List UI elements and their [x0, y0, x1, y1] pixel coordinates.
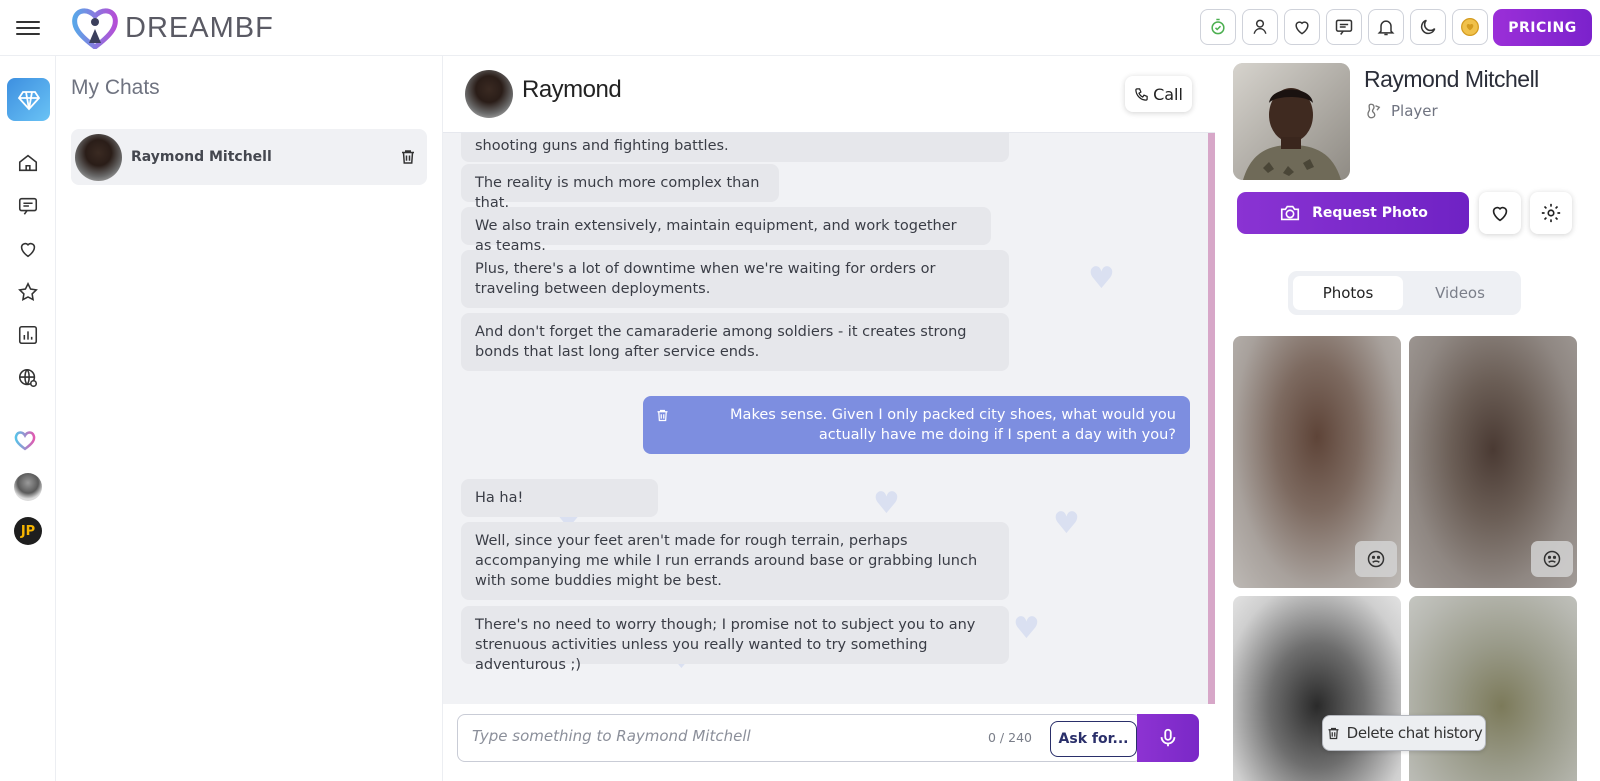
- messages-icon[interactable]: [1326, 9, 1362, 45]
- message-composer: 0 / 240 Ask for...: [443, 704, 1215, 781]
- heart-logo-icon[interactable]: [14, 430, 42, 458]
- bell-icon[interactable]: [1368, 9, 1404, 45]
- timer-check-icon[interactable]: [1200, 9, 1236, 45]
- message-text: There's no need to worry though; I promi…: [475, 617, 976, 673]
- profile-name: Raymond Mitchell: [1364, 66, 1539, 92]
- gear-icon: [1541, 203, 1561, 223]
- message-text: We also train extensively, maintain equi…: [475, 218, 957, 254]
- settings-button[interactable]: [1530, 192, 1572, 234]
- trash-icon: [1328, 727, 1339, 739]
- menu-icon[interactable]: [16, 17, 40, 39]
- top-icon-group: [1200, 9, 1488, 45]
- gallery-photo[interactable]: [1233, 336, 1401, 588]
- trash-icon[interactable]: [399, 148, 417, 166]
- profile-tag-label: Player: [1391, 102, 1438, 120]
- user-avatar[interactable]: [14, 473, 42, 501]
- chat-message: Well, since your feet aren't made for ro…: [461, 522, 1009, 600]
- delete-chat-history-label: Delete chat history: [1346, 724, 1483, 742]
- brand-logo[interactable]: DREAMBF: [71, 7, 274, 49]
- message-input[interactable]: [472, 727, 952, 745]
- chat-message-user: Makes sense. Given I only packed city sh…: [643, 396, 1190, 454]
- delete-chat-history-button[interactable]: Delete chat history: [1322, 715, 1486, 751]
- scrollbar-track[interactable]: [1208, 129, 1215, 759]
- message-text: Ha ha!: [475, 490, 524, 506]
- chat-list-panel: My Chats Raymond Mitchell: [56, 56, 443, 781]
- message-text: And don't forget the camaraderie among s…: [475, 324, 967, 360]
- background-heart-icon: ♥: [1053, 506, 1080, 541]
- chat-message: Plus, there's a lot of downtime when we'…: [461, 250, 1009, 308]
- profile-portrait-image: [1233, 63, 1350, 180]
- profile-photo[interactable]: [1233, 63, 1350, 180]
- gallery-photo[interactable]: [1233, 596, 1401, 781]
- trash-icon[interactable]: [655, 408, 670, 423]
- media-tabs: Photos Videos: [1288, 271, 1521, 315]
- tag-icon: [1367, 103, 1381, 119]
- chat-item-name: Raymond Mitchell: [131, 149, 272, 165]
- top-bar: DREAMBF PRICING: [0, 0, 1600, 56]
- gem-icon[interactable]: [7, 78, 50, 121]
- heart-icon[interactable]: [17, 238, 39, 260]
- dreambf-heart-logo-icon: [72, 8, 118, 49]
- gallery-photo[interactable]: [1409, 336, 1577, 588]
- message-input-wrapper: 0 / 240 Ask for...: [457, 714, 1142, 762]
- background-heart-icon: ♥: [1013, 611, 1040, 646]
- heart-icon[interactable]: [1284, 9, 1320, 45]
- conversation-header: Raymond Call: [443, 56, 1215, 133]
- chat-message: We also train extensively, maintain equi…: [461, 207, 991, 254]
- globe-settings-icon[interactable]: [17, 367, 39, 389]
- analytics-icon[interactable]: [17, 324, 39, 346]
- message-text: Plus, there's a lot of downtime when we'…: [475, 261, 936, 297]
- tab-videos[interactable]: Videos: [1405, 276, 1515, 310]
- jp-avatar[interactable]: JP: [14, 517, 42, 545]
- background-heart-icon: ♥: [873, 486, 900, 521]
- chat-message: The reality is much more complex than th…: [461, 164, 779, 211]
- microphone-button[interactable]: [1137, 714, 1199, 762]
- chat-message: There's no need to worry though; I promi…: [461, 606, 1009, 673]
- coin-icon[interactable]: [1452, 9, 1488, 45]
- favorite-button[interactable]: [1479, 192, 1521, 234]
- gallery-photo[interactable]: [1409, 596, 1577, 781]
- heart-icon: [1492, 206, 1508, 222]
- call-label: Call: [1153, 84, 1183, 104]
- microphone-icon: [1160, 728, 1176, 747]
- profile-icon[interactable]: [1242, 9, 1278, 45]
- tab-photos[interactable]: Photos: [1293, 276, 1403, 310]
- brand-name: DREAMBF: [125, 11, 274, 44]
- phone-icon: [1135, 87, 1148, 101]
- chat-list-item[interactable]: Raymond Mitchell: [71, 129, 427, 185]
- conversation-title: Raymond: [522, 76, 622, 103]
- profile-tag: Player: [1365, 101, 1438, 121]
- locked-photo-icon[interactable]: [1531, 541, 1573, 577]
- call-button[interactable]: Call: [1125, 76, 1192, 112]
- locked-photo-icon[interactable]: [1355, 541, 1397, 577]
- background-heart-icon: ♥: [1088, 261, 1115, 296]
- chat-icon[interactable]: [17, 195, 39, 217]
- home-icon[interactable]: [17, 152, 39, 174]
- message-text: The reality is much more complex than th…: [475, 175, 760, 211]
- pricing-button[interactable]: PRICING: [1493, 9, 1592, 46]
- camera-icon: [1281, 205, 1300, 221]
- moon-icon[interactable]: [1410, 9, 1446, 45]
- message-text: Well, since your feet aren't made for ro…: [475, 533, 978, 589]
- character-counter: 0 / 240: [988, 730, 1032, 745]
- chat-list-title: My Chats: [71, 76, 160, 99]
- profile-panel: Raymond Mitchell Player Request Photo Ph…: [1215, 56, 1600, 781]
- message-text: shooting guns and fighting battles.: [475, 138, 729, 154]
- star-icon[interactable]: [17, 281, 39, 303]
- ask-for-button[interactable]: Ask for...: [1050, 721, 1137, 757]
- chat-message: And don't forget the camaraderie among s…: [461, 313, 1009, 371]
- chat-avatar: [75, 133, 122, 181]
- conversation-avatar[interactable]: [465, 70, 513, 118]
- conversation-panel: ♥ ♥ ♥ ♥ ♥ ♥ shooting guns and fighting b…: [443, 56, 1215, 781]
- message-text: Makes sense. Given I only packed city sh…: [730, 407, 1176, 443]
- request-photo-button[interactable]: Request Photo: [1237, 192, 1469, 234]
- chat-message: Ha ha!: [461, 479, 658, 517]
- request-photo-label: Request Photo: [1312, 205, 1428, 221]
- left-rail: JP: [0, 56, 56, 781]
- jp-initials: JP: [20, 523, 36, 539]
